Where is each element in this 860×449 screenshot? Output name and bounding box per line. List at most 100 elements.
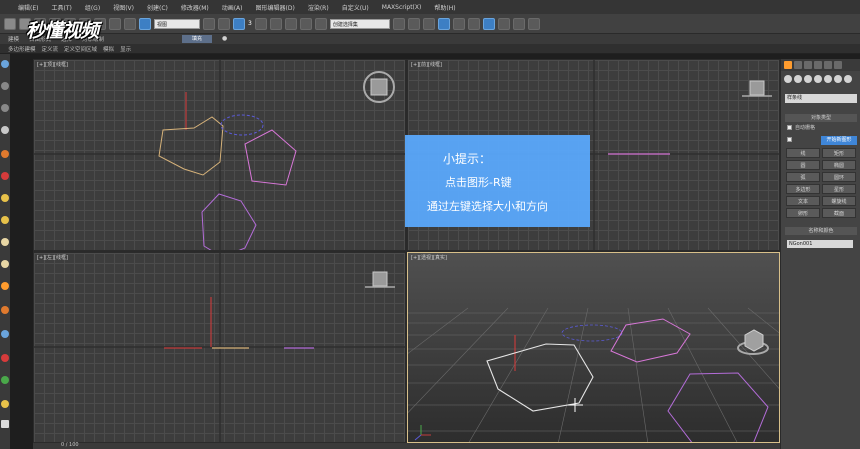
layer-manager-icon[interactable] <box>422 17 435 30</box>
tool-sphere-icon[interactable] <box>1 238 9 246</box>
menu-help[interactable]: 帮助(H) <box>434 3 455 12</box>
line-button[interactable]: 线 <box>786 148 820 158</box>
render-production-icon[interactable] <box>527 17 540 30</box>
persp-heptagon-white[interactable] <box>486 343 594 412</box>
tool-sun-icon[interactable] <box>1 282 9 290</box>
helpers-icon[interactable] <box>824 75 832 83</box>
viewport-front-label[interactable]: [+][前][线框] <box>411 61 442 68</box>
ribbon-tab-modeling[interactable]: 建模 <box>8 35 19 43</box>
object-name-field[interactable]: NGon001 <box>787 240 853 248</box>
menu-animation[interactable]: 动画(A) <box>222 3 243 12</box>
tool-minimize-icon[interactable] <box>1 420 9 428</box>
snap-toggle-icon[interactable] <box>254 17 267 30</box>
subribbon-display[interactable]: 显示 <box>120 45 131 53</box>
angle-snap-icon[interactable] <box>269 17 282 30</box>
tool-red-icon[interactable] <box>1 354 9 362</box>
tool-light-icon[interactable] <box>1 194 9 202</box>
start-new-shape-checkbox[interactable] <box>787 137 792 142</box>
menu-create[interactable]: 创建(C) <box>147 3 168 12</box>
viewport-left-label[interactable]: [+][左][线框] <box>37 254 68 261</box>
named-selection-set-dropdown[interactable]: 创建选择集 <box>329 18 390 29</box>
window-crossing-icon[interactable] <box>139 17 151 30</box>
utilities-tab-icon[interactable] <box>834 61 842 69</box>
select-by-name-icon[interactable] <box>109 17 121 30</box>
viewcube-left-icon[interactable] <box>365 271 395 288</box>
curve-editor-icon[interactable] <box>452 17 465 30</box>
viewcube-top-icon[interactable] <box>363 71 395 103</box>
rendered-frame-icon[interactable] <box>512 17 525 30</box>
select-rotate-icon[interactable] <box>233 17 245 30</box>
viewport-perspective[interactable]: [+][透视][真实] <box>407 252 780 443</box>
display-tab-icon[interactable] <box>824 61 832 69</box>
circle-button[interactable]: 圆 <box>786 160 820 170</box>
reference-coordinate-dropdown[interactable]: 视图 <box>154 18 200 29</box>
shape-category-dropdown[interactable]: 样条线 <box>785 94 857 103</box>
timeline[interactable]: 0 / 100 <box>33 442 780 449</box>
tool-record-icon[interactable] <box>1 172 9 180</box>
tool-blue-icon[interactable] <box>1 330 9 338</box>
menu-views[interactable]: 视图(V) <box>113 3 134 12</box>
menu-maxscript[interactable]: MAXScript(X) <box>382 4 422 11</box>
subribbon-simulate[interactable]: 模拟 <box>103 45 114 53</box>
edit-named-selection-icon[interactable] <box>314 17 327 30</box>
star-button[interactable]: 星形 <box>822 184 856 194</box>
rollout-name-color[interactable]: 名称和颜色 <box>785 227 857 235</box>
tool-torus-icon[interactable] <box>1 260 9 268</box>
tool-green-icon[interactable] <box>1 376 9 384</box>
tool-yellow-icon[interactable] <box>1 400 9 408</box>
viewport-persp-label[interactable]: [+][透视][真实] <box>411 254 447 261</box>
percent-snap-icon[interactable] <box>284 17 297 30</box>
mirror-icon[interactable] <box>392 17 405 30</box>
spinner-snap-icon[interactable] <box>299 17 312 30</box>
subribbon-define-space[interactable]: 定义空间区域 <box>64 45 97 53</box>
subribbon-define-flow[interactable]: 定义流 <box>42 45 59 53</box>
ellipse-button[interactable]: 椭圆 <box>822 160 856 170</box>
shapes-icon[interactable] <box>794 75 802 83</box>
align-icon[interactable] <box>407 17 420 30</box>
menu-graph-editors[interactable]: 图形编辑器(D) <box>256 3 295 12</box>
persp-pentagon-pink[interactable] <box>610 318 691 363</box>
hierarchy-tab-icon[interactable] <box>804 61 812 69</box>
rollout-object-type[interactable]: 对象类型 <box>785 114 857 122</box>
rectangle-button[interactable]: 矩形 <box>822 148 856 158</box>
motion-tab-icon[interactable] <box>814 61 822 69</box>
schematic-view-icon[interactable] <box>467 17 480 30</box>
viewport-top[interactable]: [+][顶][线框] <box>33 59 406 251</box>
menu-modifiers[interactable]: 修改器(M) <box>181 3 209 12</box>
egg-button[interactable]: 卵形 <box>786 208 820 218</box>
rect-selection-icon[interactable] <box>124 17 136 30</box>
tool-paint-icon[interactable] <box>1 150 9 158</box>
start-new-shape-button[interactable]: 开始新图形 <box>821 136 857 145</box>
tool-scale-icon[interactable] <box>1 126 9 134</box>
pivot-center-icon[interactable] <box>203 17 215 30</box>
menu-edit[interactable]: 编辑(E) <box>18 3 38 12</box>
subribbon-poly-modeling[interactable]: 多边形建模 <box>8 45 36 53</box>
auto-grid-row[interactable]: 自动栅格 <box>787 124 815 131</box>
viewcube-persp-icon[interactable] <box>737 329 769 355</box>
menu-group[interactable]: 组(G) <box>85 3 100 12</box>
tool-bulb-icon[interactable] <box>1 216 9 224</box>
heptagon-purple[interactable] <box>201 193 257 251</box>
persp-ellipse-blue[interactable] <box>561 324 623 342</box>
menu-customize[interactable]: 自定义(U) <box>342 3 369 12</box>
ribbon-fill-button[interactable]: 填充 <box>182 35 212 43</box>
helix-button[interactable]: 螺旋线 <box>822 196 856 206</box>
heptagon-yellow[interactable] <box>158 116 224 176</box>
viewport-top-label[interactable]: [+][顶][线框] <box>37 61 68 68</box>
donut-button[interactable]: 圆环 <box>822 172 856 182</box>
arc-button[interactable]: 弧 <box>786 172 820 182</box>
cameras-icon[interactable] <box>814 75 822 83</box>
persp-heptagon-purple[interactable] <box>667 372 769 443</box>
tool-move-icon[interactable] <box>1 82 9 90</box>
undo-icon[interactable] <box>4 17 16 30</box>
render-setup-icon[interactable] <box>497 17 510 30</box>
modify-tab-icon[interactable] <box>794 61 802 69</box>
systems-icon[interactable] <box>844 75 852 83</box>
material-editor-icon[interactable] <box>482 17 495 30</box>
viewport-left[interactable]: [+][左][线框] <box>33 252 406 443</box>
graphite-ribbon-icon[interactable] <box>437 17 450 30</box>
ellipse-blue[interactable] <box>220 114 264 136</box>
tool-select-icon[interactable] <box>1 60 9 68</box>
geometry-icon[interactable] <box>784 75 792 83</box>
auto-grid-checkbox[interactable] <box>787 125 792 130</box>
